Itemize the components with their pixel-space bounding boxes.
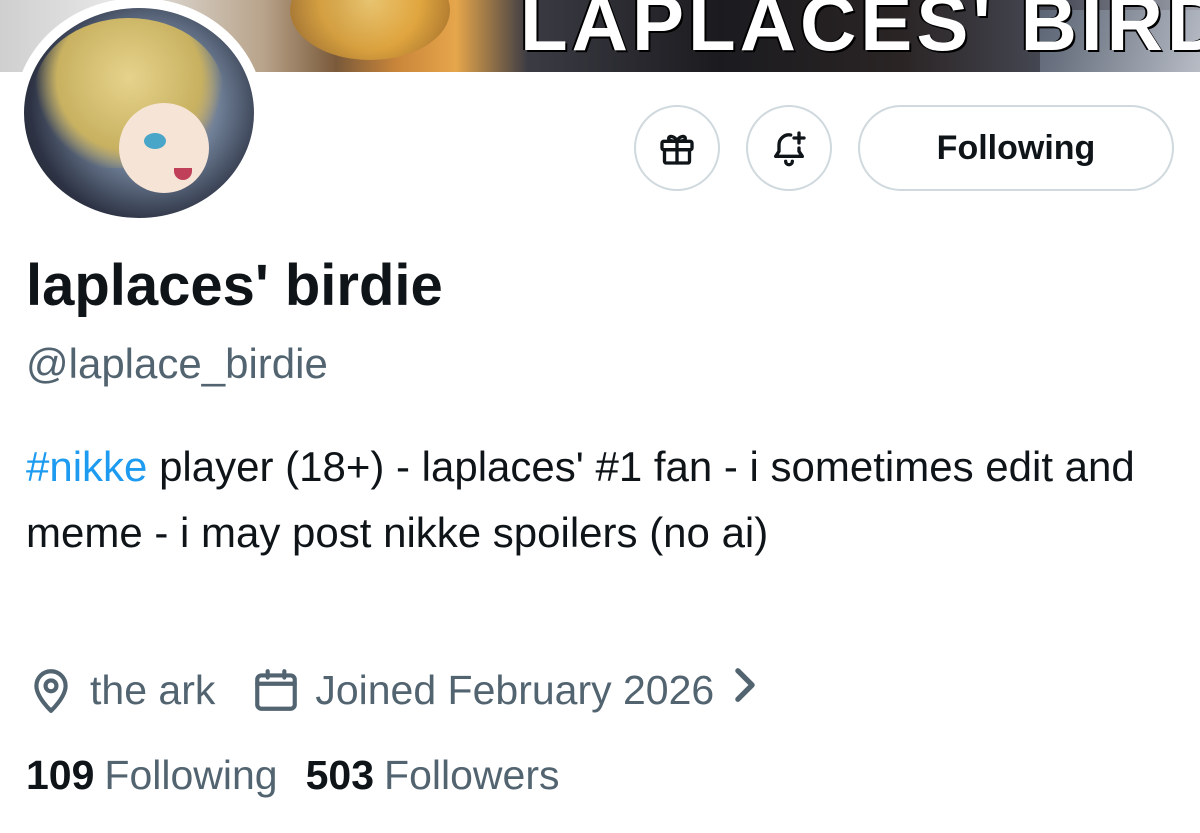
join-date-text: Joined February 2026 [315, 666, 715, 713]
bell-plus-icon [774, 131, 806, 167]
location: the ark [26, 665, 215, 715]
notify-button[interactable] [746, 105, 832, 191]
profile-meta: the ark Joined February 2026 [26, 660, 774, 720]
following-count: 109 [26, 752, 95, 798]
join-date[interactable]: Joined February 2026 [251, 665, 774, 715]
avatar-image [24, 8, 254, 218]
followers-stat-link[interactable]: 503 Followers [306, 752, 560, 799]
following-button[interactable]: Following [858, 105, 1174, 191]
avatar[interactable] [14, 0, 264, 228]
gift-icon [660, 134, 694, 165]
follow-stats: 109 Following 503 Followers [26, 752, 559, 799]
gift-button[interactable] [634, 105, 720, 191]
avatar-face [119, 103, 209, 193]
bio-hashtag-link[interactable]: #nikke [26, 443, 147, 490]
followers-count: 503 [305, 752, 375, 798]
followers-label: Followers [384, 752, 560, 798]
chevron-right-icon [730, 666, 774, 714]
profile-page: LAPLACES' BIRDIE Following laplaces' bir… [0, 0, 1200, 833]
bio-text: player (18+) - laplaces' #1 fan - i some… [26, 443, 1135, 556]
banner-artwork [290, 0, 450, 60]
location-text: the ark [90, 666, 216, 713]
calendar-icon [255, 669, 298, 711]
following-stat-link[interactable]: 109 Following [26, 752, 278, 799]
handle: @laplace_birdie [26, 340, 328, 387]
display-name: laplaces' birdie [26, 253, 443, 318]
following-label: Following [104, 752, 278, 798]
bio: #nikke player (18+) - laplaces' #1 fan -… [26, 434, 1166, 566]
banner-title: LAPLACES' BIRDIE [520, 0, 1200, 67]
avatar-eye [144, 133, 166, 149]
location-pin-icon [34, 669, 68, 713]
